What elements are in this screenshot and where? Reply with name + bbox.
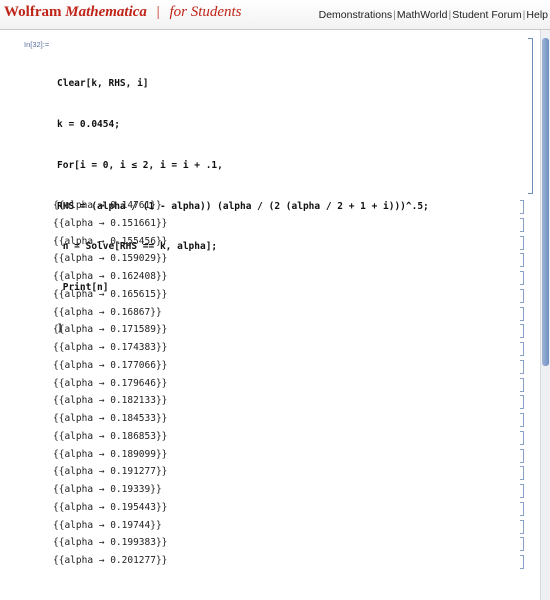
output-line: {{alpha → 0.201277}} [53, 555, 168, 566]
output-line: {{alpha → 0.171589}} [53, 324, 168, 336]
link-divider: | [522, 9, 526, 21]
output-list: {{alpha → 0.14761}} {{alpha → 0.151661}}… [53, 197, 167, 570]
output-line: {{alpha → 0.195443}} [53, 501, 168, 513]
code-line: For[i = 0, i ≤ 2, i = i + .1, [57, 159, 429, 173]
output-line: {{alpha → 0.19744}} [53, 519, 162, 531]
link-divider: | [393, 9, 396, 21]
output-line: {{alpha → 0.184533}} [53, 413, 168, 424]
output-cell-bracket[interactable] [520, 324, 524, 339]
output-cell-bracket[interactable] [520, 519, 524, 534]
top-links: Demonstrations|MathWorld|Student Forum|H… [319, 9, 548, 21]
notebook-area[interactable]: In[32]:= Clear[k, RHS, i] k = 0.0454; Fo… [0, 30, 541, 600]
scrollbar-thumb[interactable] [542, 38, 549, 366]
output-line: {{alpha → 0.19339}} [53, 484, 162, 495]
output-line: {{alpha → 0.182133}} [53, 395, 168, 407]
output-cell-bracket[interactable] [520, 430, 524, 445]
brand-mathematica: Mathematica [65, 4, 147, 20]
output-line: {{alpha → 0.189099}} [53, 448, 168, 460]
link-student-forum[interactable]: Student Forum [452, 9, 521, 21]
output-line: {{alpha → 0.159029}} [53, 253, 168, 265]
output-cell-bracket[interactable] [520, 271, 524, 285]
output-cell-bracket[interactable] [520, 359, 524, 374]
link-demonstrations[interactable]: Demonstrations [319, 9, 393, 21]
output-line: {{alpha → 0.179646}} [53, 377, 168, 389]
output-cell-bracket[interactable] [520, 377, 524, 392]
output-cell-bracket[interactable] [520, 537, 524, 552]
brand-divider: | [156, 4, 160, 20]
output-line: {{alpha → 0.151661}} [53, 217, 168, 229]
output-cell-bracket[interactable] [520, 413, 524, 427]
output-line: {{alpha → 0.191277}} [53, 466, 168, 478]
output-line: {{alpha → 0.162408}} [53, 271, 168, 282]
top-bar: Wolfram Mathematica | for Students Demon… [0, 0, 550, 30]
output-line: {{alpha → 0.16867}} [53, 306, 162, 318]
brand-for-students: for Students [169, 4, 242, 20]
code-line-text: k = 0.0454; [57, 118, 120, 130]
output-line: {{alpha → 0.186853}} [53, 430, 168, 442]
link-divider: | [448, 9, 452, 21]
input-cell-bracket[interactable] [528, 38, 533, 194]
output-line: {{alpha → 0.174383}} [53, 342, 168, 353]
output-cell-bracket[interactable] [520, 253, 524, 268]
code-line: Clear[k, RHS, i] [57, 77, 429, 91]
output-cell-bracket[interactable] [520, 306, 524, 321]
output-cell-bracket[interactable] [520, 288, 524, 303]
input-label: In[32]:= [24, 40, 50, 49]
output-line: {{alpha → 0.165615}} [53, 288, 168, 300]
brand-logo[interactable]: Wolfram Mathematica | for Students [4, 4, 242, 21]
output-line: {{alpha → 0.177066}} [53, 359, 168, 371]
output-cell-bracket[interactable] [520, 555, 524, 569]
link-help[interactable]: Help [526, 9, 548, 21]
output-cell-bracket[interactable] [520, 395, 524, 410]
output-cell-bracket[interactable] [520, 235, 524, 250]
output-cell-bracket[interactable] [520, 448, 524, 463]
output-cell-bracket[interactable] [520, 466, 524, 481]
output-cell-bracket[interactable] [520, 217, 524, 232]
output-cell-bracket[interactable] [520, 501, 524, 516]
vertical-scrollbar[interactable] [540, 30, 550, 600]
code-line-text: For[i = 0, i ≤ 2, i = i + .1, [57, 159, 223, 171]
output-line: {{alpha → 0.199383}} [53, 537, 168, 549]
code-line: k = 0.0454; [57, 118, 429, 132]
output-cell-bracket[interactable] [520, 484, 524, 498]
link-mathworld[interactable]: MathWorld [397, 9, 448, 21]
brand-wolfram: Wolfram [4, 4, 62, 20]
output-cell-bracket[interactable] [520, 342, 524, 356]
output-line: {{alpha → 0.14761}} [53, 200, 162, 211]
output-cell-bracket[interactable] [520, 200, 524, 214]
output-line: {{alpha → 0.155456}} [53, 235, 168, 247]
code-line-text: Clear[k, RHS, i] [57, 78, 149, 90]
